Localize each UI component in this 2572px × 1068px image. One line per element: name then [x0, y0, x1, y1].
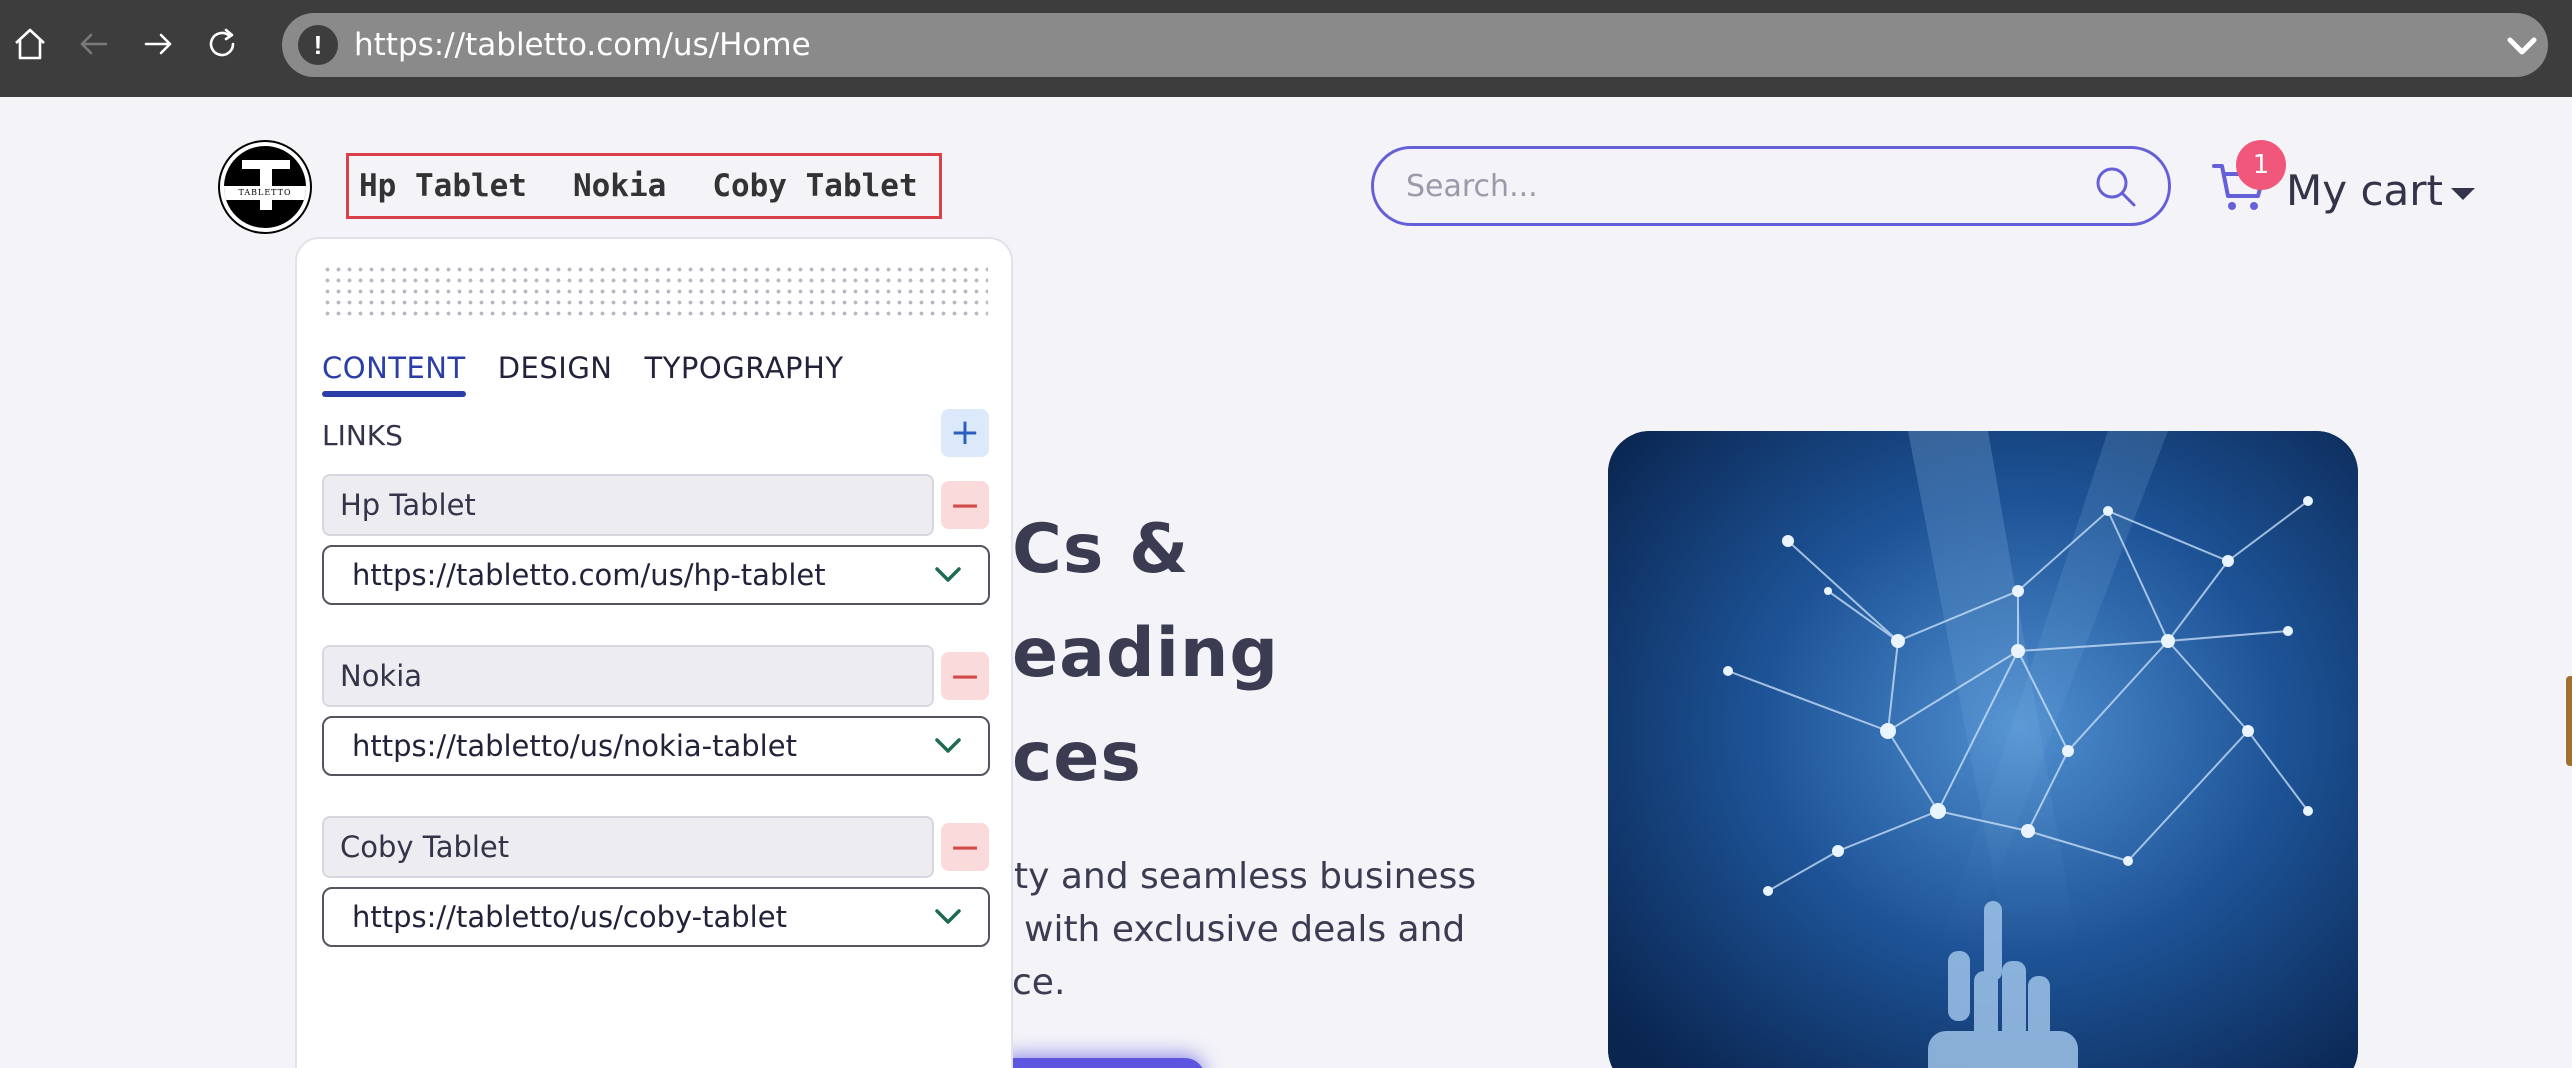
search-input[interactable]: Search...	[1371, 146, 2171, 226]
cart-count-badge: 1	[2236, 140, 2286, 190]
hero-cta-button[interactable]	[995, 1058, 1205, 1068]
nav-link-coby-tablet[interactable]: Coby Tablet	[712, 168, 917, 204]
hero-title-line-1: Cs &	[1012, 510, 1190, 589]
hero-title-line-2: eading	[1012, 614, 1280, 693]
link-url-value: https://tabletto/us/coby-tablet	[352, 900, 787, 934]
chevron-down-icon[interactable]	[934, 735, 962, 757]
address-bar[interactable]: ! https://tabletto.com/us/Home	[282, 13, 2548, 77]
link-name-field[interactable]: Coby Tablet	[322, 816, 934, 878]
hero-description-line-2: with exclusive deals and	[1024, 909, 1466, 950]
link-url-value: https://tabletto.com/us/hp-tablet	[352, 558, 826, 592]
remove-link-button[interactable]: −	[941, 652, 989, 700]
cart-label[interactable]: My cart	[2286, 166, 2443, 215]
tab-design[interactable]: DESIGN	[498, 351, 613, 397]
hero-image	[1608, 431, 2358, 1068]
links-section-label: LINKS	[322, 419, 403, 452]
nav-link-hp-tablet[interactable]: Hp Tablet	[359, 168, 527, 204]
tab-typography[interactable]: TYPOGRAPHY	[645, 351, 844, 397]
chevron-down-icon[interactable]	[934, 564, 962, 586]
link-url-select[interactable]: https://tabletto.com/us/hp-tablet	[322, 545, 990, 605]
link-url-select[interactable]: https://tabletto/us/nokia-tablet	[322, 716, 990, 776]
hero-description-line-3: ce.	[1012, 962, 1066, 1003]
side-handle[interactable]	[2566, 676, 2572, 766]
link-name-field[interactable]: Nokia	[322, 645, 934, 707]
link-url-value: https://tabletto/us/nokia-tablet	[352, 729, 797, 763]
home-icon[interactable]	[8, 22, 52, 66]
site-logo[interactable]: TABLETTO	[220, 142, 310, 232]
tab-content[interactable]: CONTENT	[322, 351, 466, 397]
remove-link-button[interactable]: −	[941, 481, 989, 529]
hero-description-line-1: ty and seamless business	[1014, 856, 1477, 897]
logo-text: TABLETTO	[224, 186, 306, 200]
remove-link-button[interactable]: −	[941, 823, 989, 871]
main-nav: Hp Tablet Nokia Coby Tablet	[346, 153, 942, 219]
panel-tabs: CONTENT DESIGN TYPOGRAPHY	[322, 351, 844, 397]
security-warning-icon[interactable]: !	[298, 25, 338, 65]
nav-link-nokia[interactable]: Nokia	[573, 168, 666, 204]
hero-title-line-3: ces	[1012, 718, 1142, 797]
link-editor-panel: CONTENT DESIGN TYPOGRAPHY LINKS + Hp Tab…	[295, 237, 1013, 1068]
link-name-field[interactable]: Hp Tablet	[322, 474, 934, 536]
browser-toolbar: ! https://tabletto.com/us/Home	[0, 0, 2572, 97]
chevron-down-icon[interactable]	[934, 906, 962, 928]
caret-down-icon[interactable]	[2448, 184, 2478, 204]
search-placeholder: Search...	[1406, 169, 1538, 204]
add-link-button[interactable]: +	[941, 409, 989, 457]
search-icon[interactable]	[2092, 163, 2138, 209]
forward-arrow-icon[interactable]	[136, 22, 180, 66]
reload-icon[interactable]	[200, 22, 244, 66]
url-text[interactable]: https://tabletto.com/us/Home	[354, 27, 811, 63]
link-url-select[interactable]: https://tabletto/us/coby-tablet	[322, 887, 990, 947]
panel-drag-handle[interactable]	[322, 264, 988, 320]
back-arrow-icon[interactable]	[72, 22, 116, 66]
chevron-down-icon[interactable]	[2502, 25, 2542, 65]
